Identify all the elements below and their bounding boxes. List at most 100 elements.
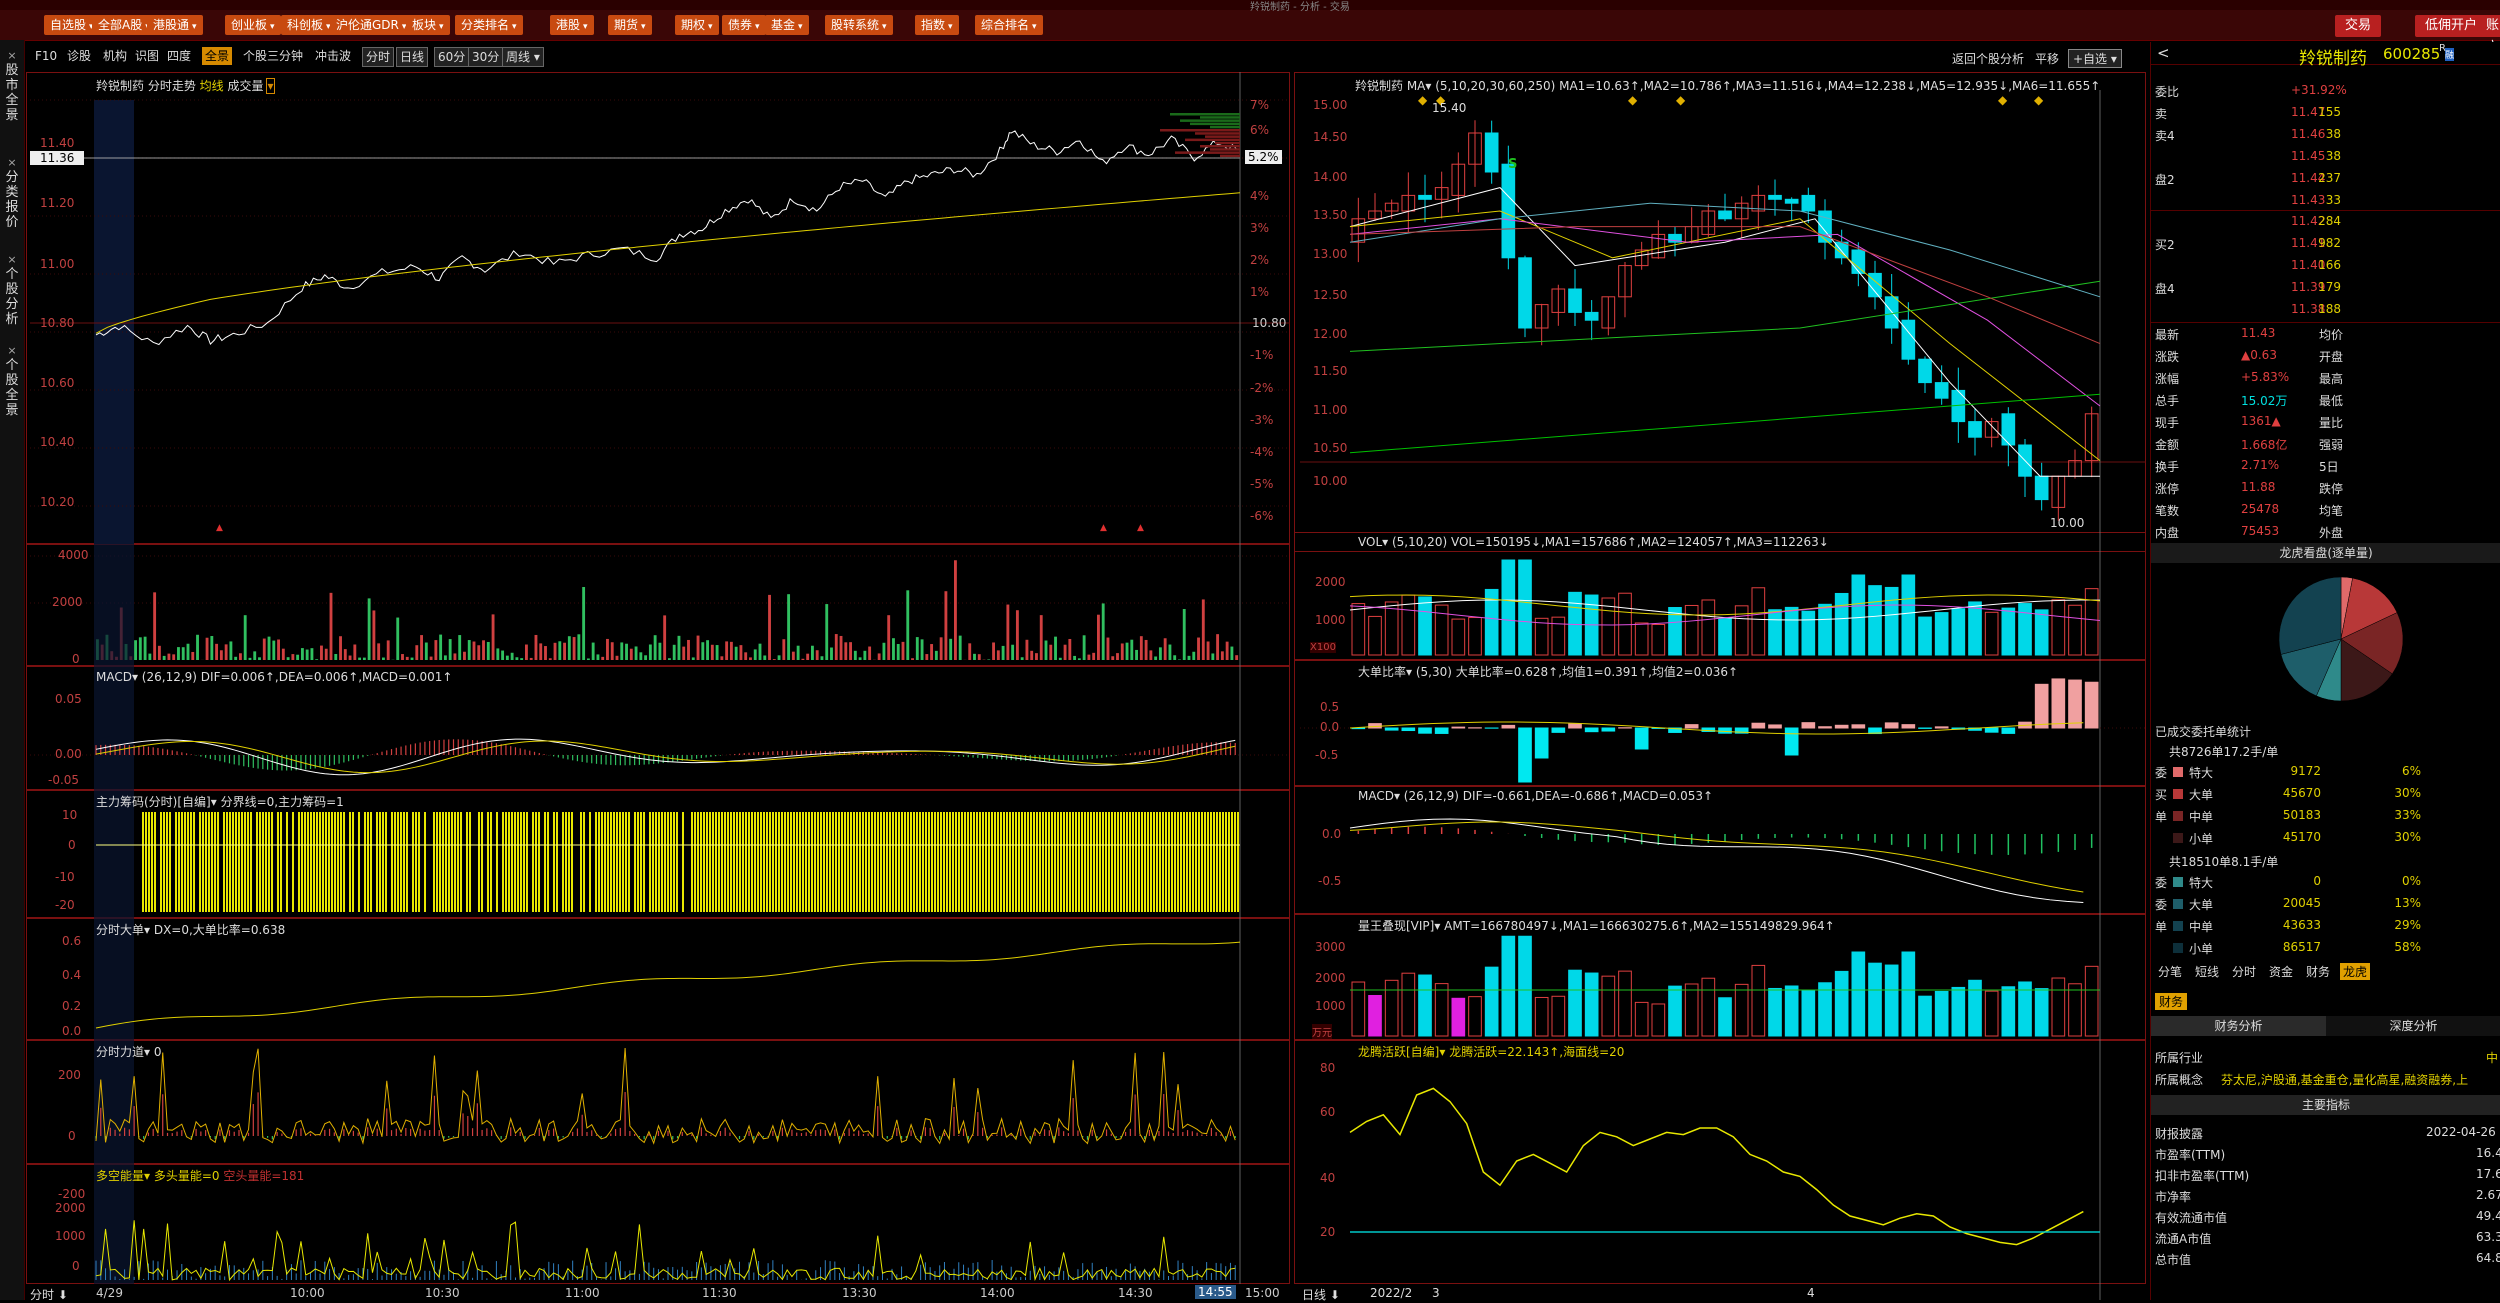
fin2-value: 63.33: [2476, 1230, 2500, 1244]
lw-unit: 万元: [1312, 1024, 1332, 1039]
bar: [442, 812, 444, 912]
bar: [992, 642, 995, 660]
price-tick: 10.60: [40, 376, 74, 390]
info-tab-0[interactable]: 分笔: [2155, 963, 2185, 980]
menu-right-0[interactable]: 交易: [2335, 15, 2381, 37]
dkn-series: [96, 1220, 1235, 1280]
bar: [2085, 966, 2098, 1036]
bid-row: 盘411.39179: [2151, 279, 2500, 299]
bar: [514, 812, 516, 912]
bar: [457, 812, 459, 912]
lw-tick: 1000: [1315, 999, 1346, 1013]
bar: [538, 812, 540, 912]
bar: [1435, 728, 1448, 733]
vol-label: 成交量: [227, 79, 263, 93]
fin-tab[interactable]: 财务: [2155, 993, 2187, 1010]
dropdown-icon[interactable]: ▾: [266, 78, 274, 94]
bar: [716, 645, 719, 660]
bar: [1535, 997, 1548, 1036]
bar: [505, 812, 507, 912]
time-tick: 11:30: [702, 1286, 737, 1300]
lhkp-title: 龙虎看盘(逐单量): [2151, 543, 2500, 563]
book-bar: [1205, 135, 1240, 138]
fin-sub-1[interactable]: 深度分析: [2326, 1016, 2500, 1036]
menu-right-2[interactable]: 账户: [2482, 15, 2500, 37]
event-marker: ◆: [1998, 93, 2008, 107]
lh-tick: 60: [1320, 1105, 1335, 1119]
bar: [838, 812, 840, 912]
bar: [1652, 625, 1665, 655]
quote-row-cell: 强弱: [2319, 436, 2343, 453]
candle: [1585, 312, 1598, 320]
info-tab-3[interactable]: 资金: [2266, 963, 2296, 980]
bar: [1138, 812, 1140, 912]
fin2-value: 16.4: [2476, 1146, 2500, 1160]
g2-pct: 29%: [2381, 918, 2421, 932]
dea-line: [1350, 822, 2083, 892]
bar: [163, 656, 166, 660]
fin-sub-0[interactable]: 财务分析: [2151, 1016, 2326, 1036]
bar: [330, 593, 333, 660]
bar: [325, 649, 328, 660]
daily-macd-header: MACD▾ (26,12,9) DIF=-0.661,DEA=-0.686↑,M…: [1358, 789, 1713, 803]
bar: [1030, 651, 1033, 660]
info-tab-2[interactable]: 分时: [2229, 963, 2259, 980]
bar: [790, 812, 792, 912]
quote-row-cell: 25478: [2241, 502, 2279, 516]
bar: [1402, 973, 1415, 1036]
bar: [1021, 657, 1024, 660]
back-button[interactable]: 返回个股分析: [1952, 50, 2024, 67]
bar: [1087, 655, 1090, 660]
bar: [658, 812, 660, 912]
bar: [1141, 812, 1143, 912]
lh-line: [1350, 1088, 2083, 1244]
menu-right-1[interactable]: 低佣开户: [2415, 15, 2487, 37]
back-icon[interactable]: <: [2157, 44, 2170, 62]
stat-title: 已成交委托单统计: [2155, 723, 2251, 740]
bar: [199, 812, 201, 912]
bar: [168, 654, 171, 660]
bar: [496, 648, 499, 660]
bar: [396, 618, 399, 660]
bar: [1919, 996, 1932, 1036]
bar: [691, 812, 693, 912]
bar: [736, 812, 738, 912]
bar: [601, 657, 604, 660]
bar: [825, 604, 828, 660]
bar: [946, 812, 948, 912]
ask-row-cell: 11.45: [2291, 149, 2325, 163]
self-select-button[interactable]: +自选 ▾: [2068, 49, 2122, 68]
bar: [1078, 658, 1081, 660]
bar: [215, 644, 218, 660]
dif-line: [96, 739, 1235, 775]
ma-line: [1350, 227, 2100, 344]
info-tab-5[interactable]: 龙虎: [2340, 963, 2370, 980]
g1-pct: 6%: [2381, 764, 2421, 778]
bar: [778, 655, 781, 660]
book-bar: [1170, 113, 1240, 116]
bar: [530, 658, 533, 660]
bar: [940, 812, 942, 912]
bar: [1769, 610, 1782, 655]
bar: [1935, 991, 1948, 1036]
bar: [217, 812, 219, 912]
time-tick: 14:30: [1118, 1286, 1153, 1300]
legend-swatch: [2173, 943, 2183, 953]
daily-ma-header: MA▾ (5,10,20,30,60,250) MA1=10.63↑,MA2=1…: [1407, 79, 2100, 93]
info-tab-4[interactable]: 财务: [2303, 963, 2333, 980]
bar: [1015, 812, 1017, 912]
bar: [1003, 812, 1005, 912]
high-label: 15.40: [1432, 101, 1466, 115]
bar: [625, 812, 627, 912]
bar: [676, 812, 678, 912]
book-divider: [2151, 322, 2500, 323]
bar: [1026, 640, 1029, 660]
flat-button[interactable]: 平移: [2035, 50, 2059, 67]
bar: [568, 636, 571, 660]
bar: [644, 655, 647, 660]
bar: [1635, 623, 1648, 655]
bar: [592, 643, 595, 660]
candle: [1719, 211, 1732, 219]
info-tab-1[interactable]: 短线: [2192, 963, 2222, 980]
bar: [139, 637, 142, 660]
